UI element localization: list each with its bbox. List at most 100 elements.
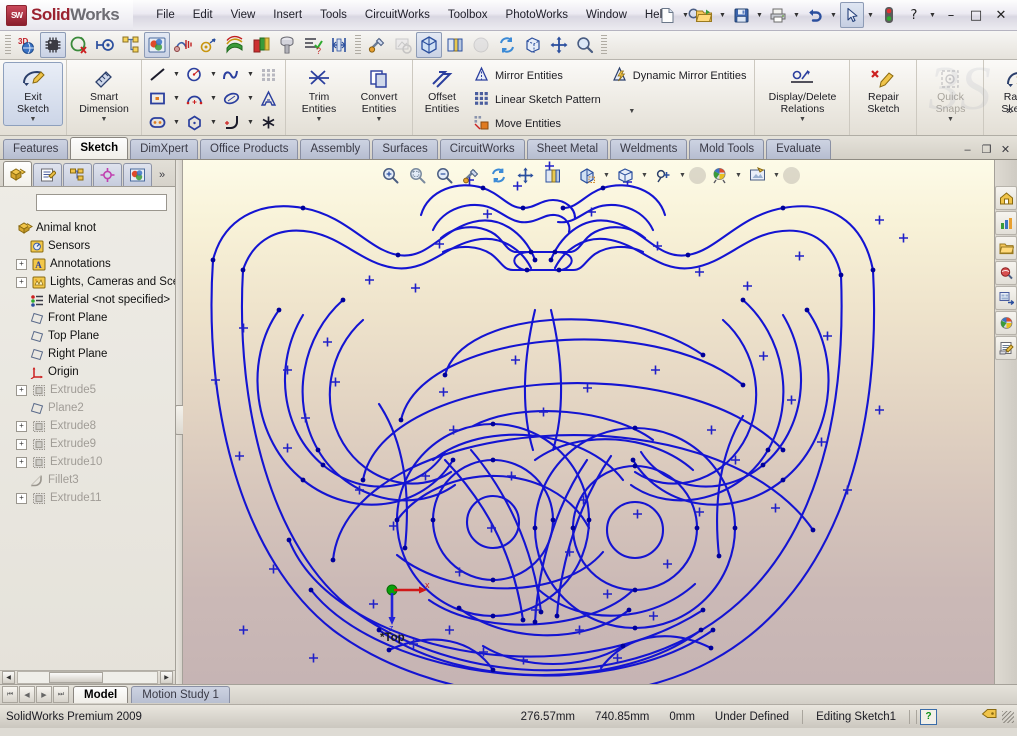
- toolbar-grip-2[interactable]: [355, 35, 361, 55]
- tree-item-lights-cameras-and-scen[interactable]: + Lights, Cameras and Scen: [4, 273, 175, 291]
- open-document-dropdown[interactable]: ▼: [717, 3, 728, 27]
- menu-item-view[interactable]: View: [222, 5, 265, 25]
- search-button[interactable]: [995, 261, 1017, 285]
- nav-next-button[interactable]: ▶: [36, 686, 52, 703]
- trim-entities-dropdown[interactable]: ▼: [316, 115, 323, 125]
- display-style-dropdown[interactable]: ▼: [640, 164, 650, 186]
- apply-scene-button[interactable]: [707, 163, 733, 187]
- nav-last-button[interactable]: ⏭: [53, 686, 69, 703]
- smart-dimension-button[interactable]: Smart Dimension ▼: [70, 62, 138, 126]
- view-orientation-dropdown[interactable]: ▼: [602, 164, 612, 186]
- arc-tool[interactable]: [182, 87, 208, 110]
- configuration-manager-tab[interactable]: [63, 163, 92, 186]
- nav-prev-button[interactable]: ◀: [19, 686, 35, 703]
- tag-icon[interactable]: [981, 708, 998, 726]
- appearances-scenes-button[interactable]: [995, 311, 1017, 335]
- dimxpert-icon[interactable]: [326, 32, 352, 58]
- menu-item-insert[interactable]: Insert: [264, 5, 311, 25]
- tree-item-extrude11[interactable]: + Extrude11: [4, 489, 175, 507]
- zoom-to-area-button[interactable]: [405, 163, 431, 187]
- resize-grip[interactable]: [1002, 710, 1014, 723]
- slot-tool[interactable]: [145, 111, 171, 134]
- hide-show-items-dropdown[interactable]: ▼: [678, 164, 688, 186]
- tab-model[interactable]: Model: [73, 686, 129, 703]
- tab-sketch[interactable]: Sketch: [70, 137, 129, 159]
- view-settings-button[interactable]: [745, 163, 771, 187]
- select-dropdown[interactable]: ▼: [865, 3, 876, 27]
- feature-manager-tab[interactable]: [3, 161, 32, 186]
- simulation-icon[interactable]: [170, 32, 196, 58]
- circle-tool-dropdown[interactable]: ▼: [208, 64, 219, 85]
- spline-tool-dropdown[interactable]: ▼: [245, 64, 256, 85]
- sketch-geometry[interactable]: [183, 160, 994, 684]
- tab-weldments[interactable]: Weldments: [610, 139, 688, 159]
- tree-item-animal-knot[interactable]: Animal knot: [4, 219, 175, 237]
- menu-item-edit[interactable]: Edit: [184, 5, 222, 25]
- property-manager-tab[interactable]: [33, 163, 62, 186]
- open-document-button[interactable]: [692, 2, 716, 28]
- toolbar-grip[interactable]: [5, 35, 11, 55]
- rebuild-button[interactable]: [877, 2, 901, 28]
- tree-item-top-plane[interactable]: Top Plane: [4, 327, 175, 345]
- solidworks-resources-button[interactable]: [995, 186, 1017, 210]
- spline-tool[interactable]: [219, 63, 245, 86]
- undo-button[interactable]: [803, 2, 827, 28]
- polygon-tool[interactable]: [182, 111, 208, 134]
- tab-features[interactable]: Features: [3, 139, 69, 159]
- minimize-window-button[interactable]: –: [939, 4, 963, 26]
- tree-item-origin[interactable]: Origin: [4, 363, 175, 381]
- ribbon-overflow-button[interactable]: »: [1006, 103, 1013, 117]
- tree-item-annotations[interactable]: + A Annotations: [4, 255, 175, 273]
- display-delete-relations-dropdown[interactable]: ▼: [799, 115, 806, 125]
- scroll-left-button[interactable]: ◀: [2, 671, 15, 684]
- ellipse-tool-dropdown[interactable]: ▼: [245, 88, 256, 109]
- horizontal-scrollbar[interactable]: [17, 671, 158, 684]
- menu-item-photoworks[interactable]: PhotoWorks: [497, 5, 577, 25]
- offset-group-dropdown[interactable]: ▼: [606, 107, 658, 117]
- threed-content-central-icon[interactable]: 3D: [14, 32, 40, 58]
- dimxpert-manager-tab[interactable]: [93, 163, 122, 186]
- menu-item-window[interactable]: Window: [577, 5, 636, 25]
- check-sketch-icon[interactable]: [66, 32, 92, 58]
- print-button[interactable]: [766, 2, 790, 28]
- custom-properties-button[interactable]: [995, 336, 1017, 360]
- tree-item-plane2[interactable]: Plane2: [4, 399, 175, 417]
- trim-entities-button[interactable]: Trim Entities ▼: [289, 62, 349, 126]
- print-dropdown[interactable]: ▼: [791, 3, 802, 27]
- dynamic-mirror-entities-item[interactable]: Dynamic Mirror Entities: [606, 64, 752, 88]
- feature-manager-more-button[interactable]: »: [153, 164, 171, 186]
- expand-toggle[interactable]: +: [16, 258, 27, 270]
- circuitworks-chip-icon[interactable]: [40, 32, 66, 58]
- tree-item-fillet3[interactable]: Fillet3: [4, 471, 175, 489]
- section-view-icon[interactable]: [248, 32, 274, 58]
- tree-item-extrude9[interactable]: + Extrude9: [4, 435, 175, 453]
- tree-item-extrude5[interactable]: + Extrude5: [4, 381, 175, 399]
- quick-snaps-button[interactable]: Quick Snaps ▼: [920, 62, 980, 126]
- sketch-fillet-grid-tool[interactable]: [256, 63, 282, 86]
- menu-item-circuitworks[interactable]: CircuitWorks: [356, 5, 439, 25]
- tab-mold-tools[interactable]: Mold Tools: [689, 139, 765, 159]
- menu-item-file[interactable]: File: [147, 5, 184, 25]
- line-tool[interactable]: [145, 63, 171, 86]
- zoom-to-selection-icon[interactable]: [364, 32, 390, 58]
- status-help-icon[interactable]: ?: [920, 708, 937, 725]
- photoworks-render-icon[interactable]: [144, 32, 170, 58]
- slot-tool-dropdown[interactable]: ▼: [171, 112, 182, 133]
- sketch-fillet-tool-dropdown[interactable]: ▼: [245, 112, 256, 133]
- exit-sketch-button[interactable]: Exit Sketch ▼: [3, 62, 63, 126]
- hide-show-items-button[interactable]: [651, 163, 677, 187]
- display-manager-tab[interactable]: [123, 163, 152, 186]
- design-library-button[interactable]: [995, 211, 1017, 235]
- exit-sketch-dropdown[interactable]: ▼: [30, 115, 37, 125]
- toolbox-fastener-icon[interactable]: [274, 32, 300, 58]
- tab-surfaces[interactable]: Surfaces: [372, 139, 438, 159]
- line-tool-dropdown[interactable]: ▼: [171, 64, 182, 85]
- nav-first-button[interactable]: ⏮: [2, 686, 18, 703]
- expand-toggle[interactable]: +: [16, 456, 27, 468]
- maximize-window-button[interactable]: □: [964, 4, 988, 26]
- isometric-view-icon[interactable]: [416, 32, 442, 58]
- rotate-view-icon[interactable]: [494, 32, 520, 58]
- tab-sheet-metal[interactable]: Sheet Metal: [526, 139, 609, 159]
- sketch-fillet-tool[interactable]: [219, 111, 245, 134]
- feature-tree-search-input[interactable]: [36, 194, 167, 211]
